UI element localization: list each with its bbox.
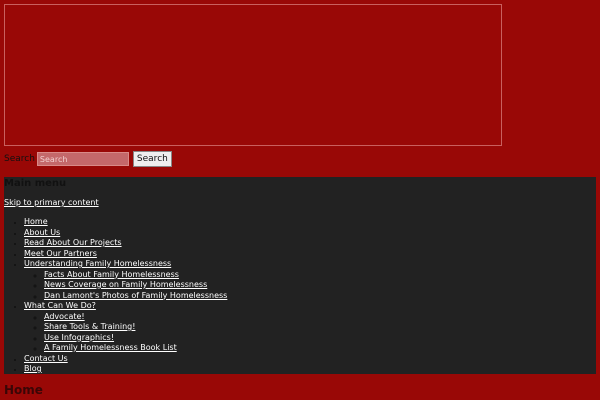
main-menu-list: Home About Us Read About Our Projects Me… bbox=[4, 217, 227, 374]
submenu-link-facts[interactable]: Facts About Family Homelessness bbox=[44, 270, 179, 279]
submenu-item-advocate: Advocate! bbox=[44, 312, 227, 323]
submenu-item-news: News Coverage on Family Homelessness bbox=[44, 280, 227, 291]
menu-item-partners: Meet Our Partners bbox=[24, 249, 227, 260]
menu-link-blog[interactable]: Blog bbox=[24, 364, 42, 373]
menu-link-what-can-we-do[interactable]: What Can We Do? bbox=[24, 301, 96, 310]
header-banner-image[interactable] bbox=[4, 4, 502, 146]
menu-item-blog: Blog bbox=[24, 364, 227, 374]
submenu-item-facts: Facts About Family Homelessness bbox=[44, 270, 227, 281]
menu-item-home: Home bbox=[24, 217, 227, 228]
skip-to-content-link[interactable]: Skip to primary content bbox=[4, 198, 99, 208]
menu-link-about-us[interactable]: About Us bbox=[24, 228, 60, 237]
menu-link-home[interactable]: Home bbox=[24, 217, 48, 226]
submenu-link-book-list[interactable]: A Family Homelessness Book List bbox=[44, 343, 177, 352]
submenu-link-infographics[interactable]: Use Infographics! bbox=[44, 333, 114, 342]
menu-link-projects[interactable]: Read About Our Projects bbox=[24, 238, 122, 247]
page: Search Search Main menu Skip to primary … bbox=[0, 0, 600, 400]
menu-item-about-us: About Us bbox=[24, 228, 227, 239]
menu-item-contact: Contact Us bbox=[24, 354, 227, 365]
submenu-what-can-we-do: Advocate! Share Tools & Training! Use In… bbox=[24, 312, 227, 354]
submenu-link-share-tools[interactable]: Share Tools & Training! bbox=[44, 322, 135, 331]
menu-link-contact[interactable]: Contact Us bbox=[24, 354, 68, 363]
submenu-link-advocate[interactable]: Advocate! bbox=[44, 312, 85, 321]
search-input[interactable] bbox=[36, 152, 129, 166]
submenu-link-photos[interactable]: Dan Lamont's Photos of Family Homelessne… bbox=[44, 291, 227, 300]
submenu-item-share-tools: Share Tools & Training! bbox=[44, 322, 227, 333]
menu-item-what-can-we-do: What Can We Do? Advocate! Share Tools & … bbox=[24, 301, 227, 354]
submenu-item-photos: Dan Lamont's Photos of Family Homelessne… bbox=[44, 291, 227, 302]
submenu-understanding: Facts About Family Homelessness News Cov… bbox=[24, 270, 227, 302]
submenu-item-infographics: Use Infographics! bbox=[44, 333, 227, 344]
page-title: Home bbox=[4, 383, 43, 397]
main-navigation: Main menu Skip to primary content Home A… bbox=[4, 177, 596, 374]
menu-link-partners[interactable]: Meet Our Partners bbox=[24, 249, 97, 258]
menu-item-understanding: Understanding Family Homelessness Facts … bbox=[24, 259, 227, 301]
menu-link-understanding[interactable]: Understanding Family Homelessness bbox=[24, 259, 171, 268]
submenu-item-book-list: A Family Homelessness Book List bbox=[44, 343, 227, 354]
search-label: Search bbox=[4, 154, 35, 164]
search-button[interactable]: Search bbox=[132, 151, 172, 167]
menu-item-projects: Read About Our Projects bbox=[24, 238, 227, 249]
search-form: Search Search bbox=[4, 151, 172, 167]
menu-heading: Main menu bbox=[4, 178, 67, 189]
submenu-link-news[interactable]: News Coverage on Family Homelessness bbox=[44, 280, 207, 289]
